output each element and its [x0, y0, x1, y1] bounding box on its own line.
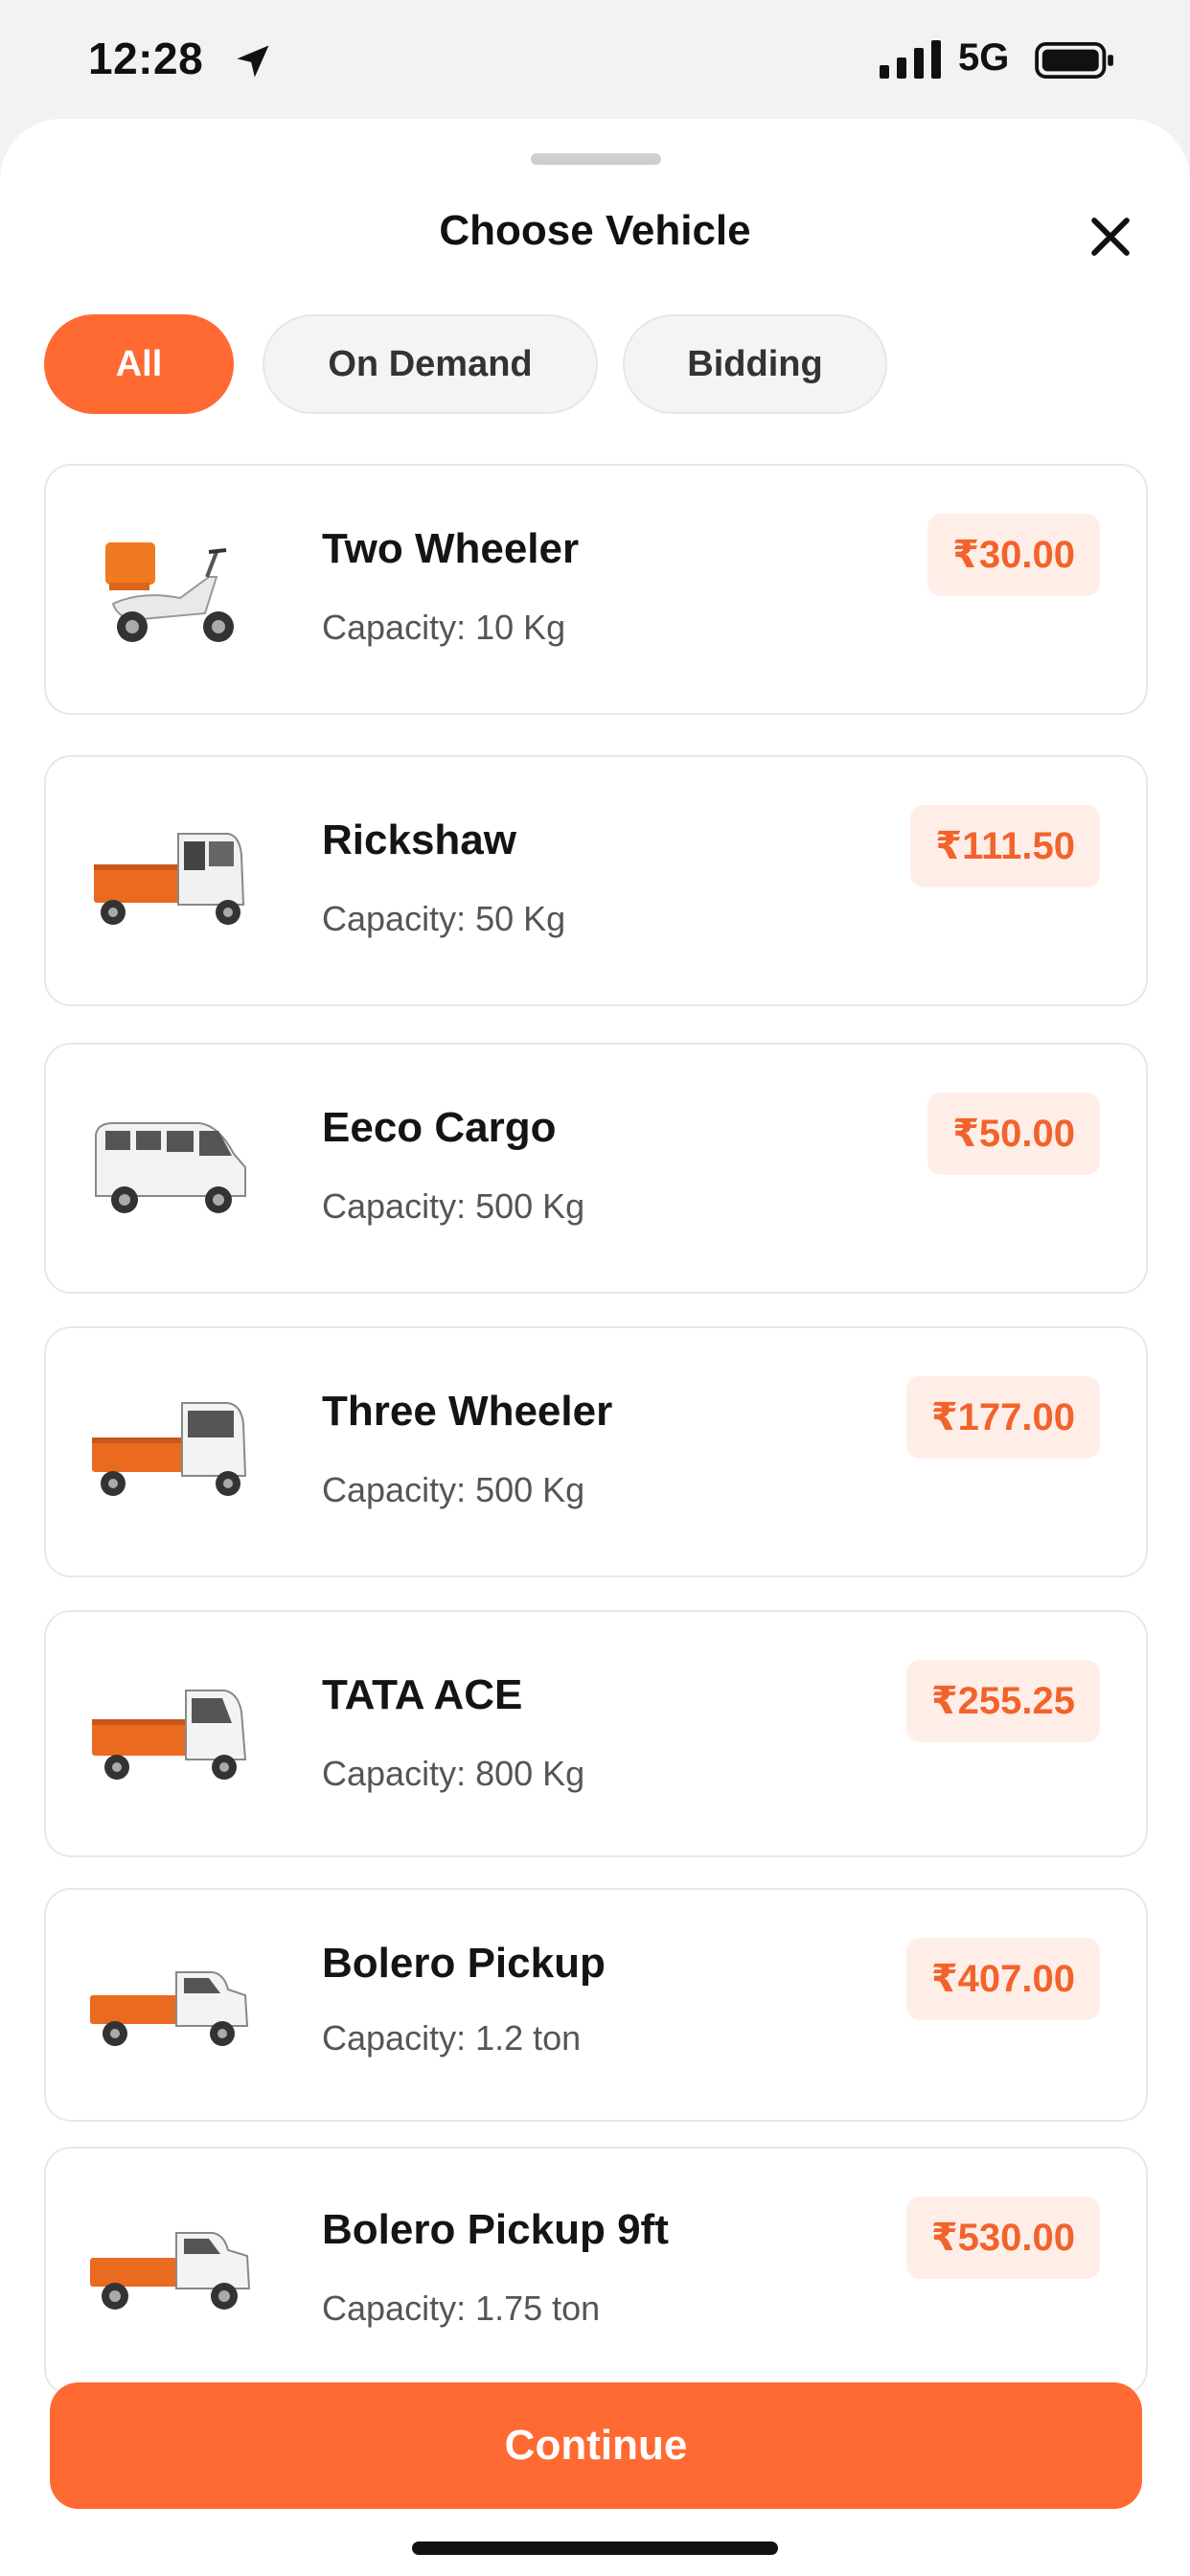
vehicle-name: Bolero Pickup 9ft	[322, 2206, 669, 2253]
filter-chip-all[interactable]: All	[44, 314, 234, 414]
filter-chip-on-demand[interactable]: On Demand	[263, 314, 598, 414]
vehicle-price: ₹255.25	[905, 1660, 1100, 1742]
vehicle-name: Eeco Cargo	[322, 1104, 557, 1151]
scooter-icon	[105, 542, 234, 642]
vehicle-name: Three Wheeler	[322, 1388, 613, 1435]
signal-bars-icon	[880, 40, 941, 79]
vehicle-name: Two Wheeler	[322, 525, 580, 572]
vehicle-price: ₹407.00	[905, 1938, 1100, 2020]
vehicle-card-eeco-cargo[interactable]: Eeco Cargo Capacity: 500 Kg ₹50.00	[44, 1043, 1148, 1294]
vehicle-list[interactable]: Two Wheeler Capacity: 10 Kg ₹30.00 Ricks…	[44, 464, 1148, 2472]
vehicle-price: ₹50.00	[927, 1092, 1100, 1175]
vehicle-name: TATA ACE	[322, 1671, 523, 1718]
home-indicator[interactable]	[412, 2542, 778, 2555]
vehicle-price: ₹30.00	[927, 514, 1100, 596]
vehicle-card-bolero-pickup[interactable]: Bolero Pickup Capacity: 1.2 ton ₹407.00	[44, 1888, 1148, 2122]
battery-icon	[1035, 42, 1113, 79]
three-wheeler-icon	[92, 1402, 247, 1496]
continue-button[interactable]: Continue	[50, 2382, 1142, 2509]
vehicle-capacity: Capacity: 500 Kg	[322, 1186, 585, 1226]
vehicle-name: Bolero Pickup	[322, 1940, 606, 1987]
vehicle-capacity: Capacity: 10 Kg	[322, 608, 566, 647]
vehicle-name: Rickshaw	[322, 816, 516, 863]
sheet-grabber[interactable]	[531, 153, 661, 165]
vehicle-capacity: Capacity: 1.2 ton	[322, 2018, 582, 2058]
status-time: 12:28	[88, 34, 204, 83]
status-bar: 12:28 5G	[0, 0, 1190, 125]
mini-truck-icon	[92, 1690, 247, 1780]
pickup-truck-icon	[90, 2232, 251, 2310]
close-icon[interactable]	[1083, 209, 1138, 264]
vehicle-price: ₹530.00	[905, 2196, 1100, 2279]
vehicle-capacity: Capacity: 1.75 ton	[322, 2288, 601, 2328]
vehicle-card-rickshaw[interactable]: Rickshaw Capacity: 50 Kg ₹111.50	[44, 755, 1148, 1006]
vehicle-capacity: Capacity: 500 Kg	[322, 1470, 585, 1509]
vehicle-capacity: Capacity: 800 Kg	[322, 1754, 585, 1793]
vehicle-card-three-wheeler[interactable]: Three Wheeler Capacity: 500 Kg ₹177.00	[44, 1326, 1148, 1577]
vehicle-capacity: Capacity: 50 Kg	[322, 899, 566, 938]
vehicle-price: ₹111.50	[910, 805, 1100, 887]
location-arrow-icon	[237, 45, 269, 78]
vehicle-card-two-wheeler[interactable]: Two Wheeler Capacity: 10 Kg ₹30.00	[44, 464, 1148, 715]
filter-chip-bidding[interactable]: Bidding	[623, 314, 887, 414]
network-label: 5G	[958, 36, 1010, 79]
van-icon	[95, 1122, 246, 1213]
pickup-truck-icon	[90, 1971, 249, 2046]
vehicle-card-bolero-pickup-9ft[interactable]: Bolero Pickup 9ft Capacity: 1.75 ton ₹53…	[44, 2147, 1148, 2396]
vehicle-card-tata-ace[interactable]: TATA ACE Capacity: 800 Kg ₹255.25	[44, 1610, 1148, 1857]
vehicle-price: ₹177.00	[905, 1376, 1100, 1459]
rickshaw-icon	[94, 833, 245, 925]
sheet-title: Choose Vehicle	[439, 207, 751, 254]
